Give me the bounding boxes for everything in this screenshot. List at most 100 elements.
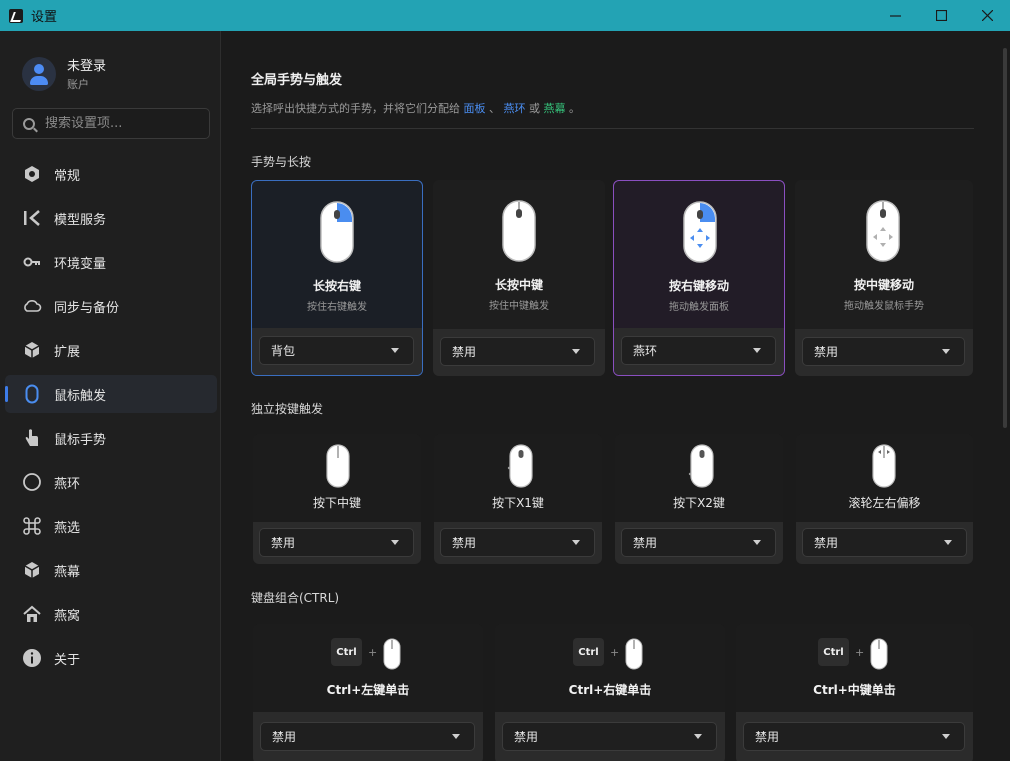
select-value: 禁用 [755, 730, 780, 744]
button-card-wheel-tilt[interactable]: 滚轮左右偏移 禁用 [796, 434, 973, 564]
mouse-right-button-icon [320, 201, 354, 263]
ctrl-right-select[interactable]: 禁用 [502, 722, 717, 751]
page-description: 选择呼出快捷方式的手势，并将它们分配给 面板 、 燕环 或 燕幕 。 [251, 100, 580, 116]
sidebar-item-model-service[interactable]: 模型服务 [5, 199, 217, 237]
search-box [12, 108, 210, 139]
ctrl-left-select[interactable]: 禁用 [260, 722, 475, 751]
button-card-x2[interactable]: 按下X2键 禁用 [615, 434, 783, 564]
select-value: 禁用 [452, 345, 477, 359]
wheel-tilt-select[interactable]: 禁用 [802, 528, 967, 557]
mouse-x2-icon [688, 444, 714, 488]
sidebar-item-yan-nest[interactable]: 燕窝 [5, 595, 217, 633]
select-value: 禁用 [814, 536, 839, 550]
section-title-keyboard: 键盘组合(CTRL) [251, 591, 340, 605]
account-block[interactable]: 未登录 账户 [22, 55, 106, 92]
sidebar-item-mouse-gesture[interactable]: 鼠标手势 [5, 419, 217, 457]
plus-sign: + [855, 646, 865, 659]
yan-screen-link[interactable]: 燕幕 [544, 102, 566, 115]
button-card-middle-click[interactable]: 按下中键 禁用 [253, 434, 421, 564]
keyboard-card-ctrl-right[interactable]: Ctrl + Ctrl+右键单击 禁用 [495, 624, 725, 761]
select-value: 燕环 [633, 344, 658, 358]
gesture-card-long-press-right[interactable]: 长按右键 按住右键触发 背包 [251, 180, 423, 376]
card-title: Ctrl+中键单击 [813, 683, 896, 697]
mouse-middle-drag-icon [866, 200, 900, 262]
hexagon-icon [22, 164, 42, 184]
right-drag-select[interactable]: 燕环 [621, 336, 776, 365]
chevron-down-icon [572, 349, 580, 354]
cube-icon [22, 340, 42, 360]
close-button[interactable] [964, 0, 1010, 31]
panel-link[interactable]: 面板 [464, 102, 486, 115]
sidebar-item-label: 模型服务 [54, 212, 107, 228]
middle-drag-select[interactable]: 禁用 [802, 337, 965, 366]
search-input[interactable] [45, 116, 195, 131]
circle-icon [22, 472, 42, 492]
maximize-button[interactable] [918, 0, 964, 31]
mouse-wheel-tilt-icon [872, 444, 896, 488]
ctrl-key-icon: Ctrl [331, 638, 362, 666]
model-icon [22, 208, 42, 228]
x1-select[interactable]: 禁用 [440, 528, 595, 557]
yan-ring-link[interactable]: 燕环 [504, 102, 526, 115]
minimize-button[interactable] [872, 0, 918, 31]
sidebar-nav: 常规 模型服务 环境变量 同步与备份 扩展 鼠标触发 鼠标手势 燕环 燕选 燕幕… [5, 155, 217, 683]
main-scrollbar[interactable] [1003, 48, 1007, 428]
sidebar-item-sync-backup[interactable]: 同步与备份 [5, 287, 217, 325]
mouse-left-click-icon [383, 638, 401, 670]
chevron-down-icon [572, 540, 580, 545]
gesture-card-right-drag[interactable]: 按右键移动 拖动触发面板 燕环 [613, 180, 785, 376]
sidebar-item-mouse-trigger[interactable]: 鼠标触发 [5, 375, 217, 413]
page-title: 全局手势与触发 [251, 73, 343, 88]
x2-select[interactable]: 禁用 [621, 528, 776, 557]
card-title: 长按中键 [494, 278, 543, 292]
sidebar-item-env-vars[interactable]: 环境变量 [5, 243, 217, 281]
command-icon [22, 516, 42, 536]
desc-separator: 或 [525, 102, 544, 115]
gesture-card-long-press-middle[interactable]: 长按中键 按住中键触发 禁用 [433, 180, 605, 376]
keyboard-card-ctrl-left[interactable]: Ctrl + Ctrl+左键单击 禁用 [253, 624, 483, 761]
mouse-right-drag-icon [683, 201, 717, 263]
minimize-icon [889, 15, 901, 17]
long-press-right-select[interactable]: 背包 [259, 336, 414, 365]
sidebar-item-label: 扩展 [54, 344, 81, 360]
chevron-down-icon [391, 348, 399, 353]
ctrl-middle-select[interactable]: 禁用 [743, 722, 965, 751]
card-subtitle: 按住中键触发 [489, 301, 549, 312]
sidebar-item-extensions[interactable]: 扩展 [5, 331, 217, 369]
sidebar-item-label: 燕窝 [54, 608, 81, 624]
middle-click-select[interactable]: 禁用 [259, 528, 414, 557]
gesture-card-middle-drag[interactable]: 按中键移动 拖动触发鼠标手势 禁用 [795, 180, 973, 376]
button-card-x1[interactable]: 按下X1键 禁用 [434, 434, 602, 564]
card-title: Ctrl+左键单击 [326, 683, 410, 697]
keyboard-card-ctrl-middle[interactable]: Ctrl + Ctrl+中键单击 禁用 [736, 624, 973, 761]
sidebar-item-general[interactable]: 常规 [5, 155, 217, 193]
chevron-down-icon [753, 540, 761, 545]
sidebar-item-label: 燕幕 [54, 564, 81, 580]
sidebar-item-yan-ring[interactable]: 燕环 [5, 463, 217, 501]
sidebar-item-about[interactable]: 关于 [5, 639, 217, 677]
window-title: 设置 [31, 10, 58, 25]
chevron-down-icon [942, 734, 950, 739]
chevron-down-icon [694, 734, 702, 739]
avatar-icon [22, 56, 56, 91]
long-press-middle-select[interactable]: 禁用 [440, 337, 595, 366]
card-label: 按下中键 [312, 496, 361, 510]
cloud-icon [22, 296, 42, 316]
card-title: 按中键移动 [853, 278, 914, 292]
main-content: 全局手势与触发 选择呼出快捷方式的手势，并将它们分配给 面板 、 燕环 或 燕幕… [222, 31, 1002, 761]
sidebar-item-label: 燕选 [54, 520, 81, 536]
select-value: 禁用 [271, 536, 296, 550]
card-label: 按下X2键 [673, 496, 725, 510]
card-label: 滚轮左右偏移 [848, 496, 921, 510]
account-name: 未登录 [67, 59, 107, 74]
account-subtitle: 账户 [67, 78, 89, 91]
sidebar-item-yan-select[interactable]: 燕选 [5, 507, 217, 545]
sidebar-item-label: 燕环 [54, 476, 81, 492]
chevron-down-icon [391, 540, 399, 545]
sidebar-item-yan-screen[interactable]: 燕幕 [5, 551, 217, 589]
chevron-down-icon [942, 349, 950, 354]
card-title: Ctrl+右键单击 [568, 683, 652, 697]
mouse-x1-icon [507, 444, 533, 488]
close-icon [981, 10, 993, 21]
chevron-down-icon [452, 734, 460, 739]
